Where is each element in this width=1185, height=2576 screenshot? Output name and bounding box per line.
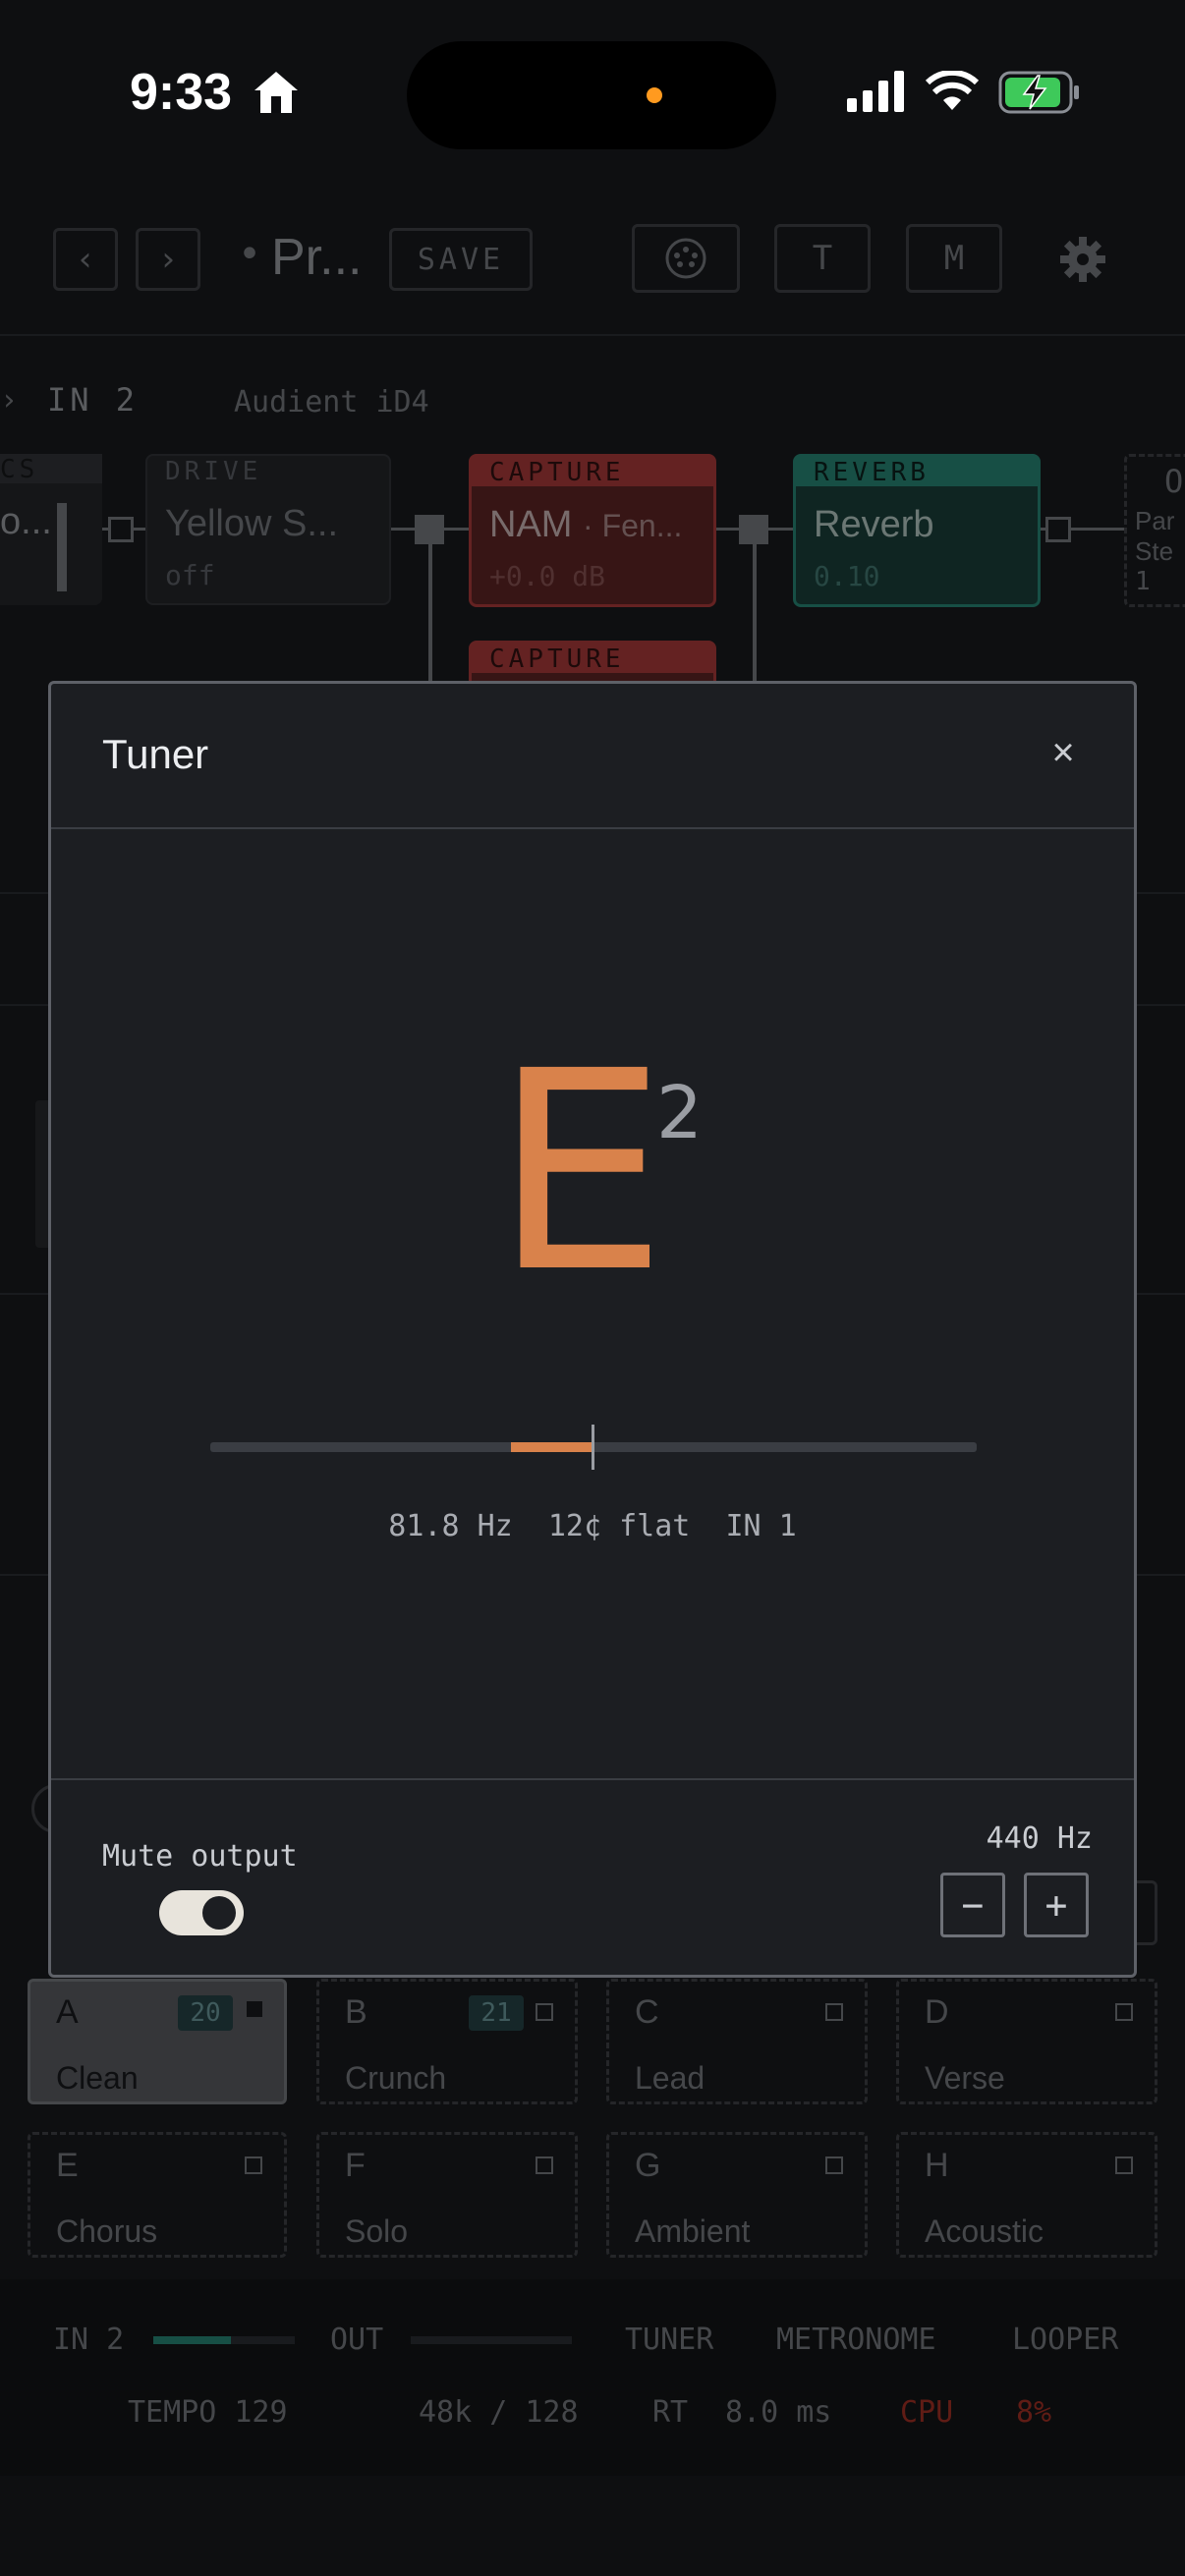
- close-icon[interactable]: ×: [1034, 731, 1093, 782]
- reference-increase-button[interactable]: +: [1024, 1873, 1089, 1937]
- reference-decrease-button[interactable]: −: [940, 1873, 1005, 1937]
- tuner-modal: Tuner × E 2 81.8 Hz 12¢ flat IN 1 Mute o…: [48, 681, 1137, 1978]
- signal-icon: [847, 71, 908, 118]
- frequency-readout: 81.8 Hz: [388, 1509, 513, 1543]
- note-name: E: [493, 1013, 667, 1333]
- note-display: E 2: [493, 1036, 709, 1311]
- privacy-indicator-dot: [647, 87, 662, 103]
- dynamic-island: [407, 41, 776, 149]
- note-octave: 2: [656, 1071, 704, 1155]
- status-time: 9:33: [130, 64, 233, 121]
- tuner-readout: 81.8 Hz 12¢ flat IN 1: [51, 1509, 1134, 1543]
- reference-pitch: 440 Hz: [986, 1821, 1093, 1856]
- cents-meter: [210, 1425, 977, 1470]
- battery-charging-icon: [998, 71, 1081, 118]
- cents-readout: 12¢ flat: [547, 1509, 691, 1543]
- mute-output-label: Mute output: [102, 1839, 298, 1874]
- toggle-knob: [202, 1896, 236, 1930]
- modal-title: Tuner: [102, 731, 209, 777]
- wifi-icon: [925, 69, 980, 116]
- center-marker: [592, 1425, 594, 1470]
- cents-deviation-bar: [510, 1442, 593, 1452]
- tuner-body: E 2 81.8 Hz 12¢ flat IN 1: [51, 831, 1134, 1776]
- home-icon: [252, 69, 301, 120]
- input-readout: IN 1: [725, 1509, 797, 1543]
- modal-footer: Mute output 440 Hz − +: [51, 1778, 1134, 1975]
- mute-output-toggle[interactable]: [159, 1890, 244, 1935]
- modal-header: Tuner ×: [51, 684, 1134, 829]
